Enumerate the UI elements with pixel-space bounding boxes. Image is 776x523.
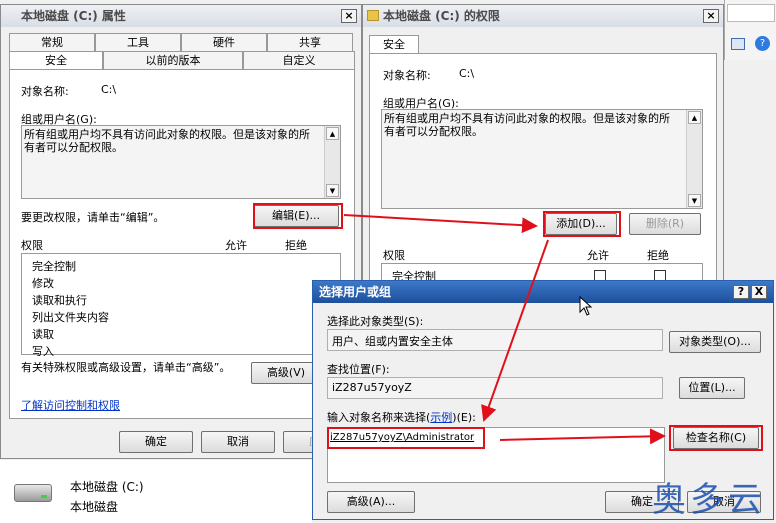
object-name-label: 对象名称: xyxy=(383,69,431,82)
close-button[interactable]: X xyxy=(751,285,767,299)
tab-sharing[interactable]: 共享 xyxy=(267,33,353,51)
permissions-titlebar: 本地磁盘 (C:) 的权限 xyxy=(363,5,723,27)
perm-item: 写入 xyxy=(32,345,54,358)
tab-customize[interactable]: 自定义 xyxy=(243,51,355,69)
deny-label: 拒绝 xyxy=(285,239,307,252)
dialog-titlebar: 选择用户或组 xyxy=(313,281,773,303)
view-icon[interactable] xyxy=(731,38,745,50)
remove-button[interactable]: 删除(R) xyxy=(629,213,701,235)
perm-item: 完全控制 xyxy=(32,260,76,273)
perm-item: 修改 xyxy=(32,277,54,290)
example-link[interactable]: 示例 xyxy=(430,411,452,424)
watermark-logo: 奥多云 xyxy=(652,480,766,520)
add-highlight xyxy=(543,211,621,237)
close-button[interactable]: × xyxy=(703,9,719,23)
window-title: 本地磁盘 (C:) 的权限 xyxy=(383,9,500,23)
dialog-title: 选择用户或组 xyxy=(319,285,392,299)
tab-tools[interactable]: 工具 xyxy=(95,33,181,51)
perm-label: 权限 xyxy=(21,239,43,252)
drive-icon[interactable] xyxy=(14,484,52,502)
group-scrollbar[interactable]: ▲ ▼ xyxy=(686,110,702,208)
cancel-button[interactable]: 取消 xyxy=(201,431,275,453)
properties-titlebar: 本地磁盘 (C:) 属性 xyxy=(1,5,361,27)
object-name-label: 对象名称: xyxy=(21,85,69,98)
object-type-button[interactable]: 对象类型(O)... xyxy=(669,331,761,353)
permissions-window: 本地磁盘 (C:) 的权限 × 安全 对象名称: C:\ 组或用户名(G): 所… xyxy=(362,4,724,289)
object-type-label: 选择此对象类型(S): xyxy=(327,315,424,328)
learn-link[interactable]: 了解访问控制和权限 xyxy=(21,397,120,413)
allow-label: 允许 xyxy=(587,249,609,262)
search-field[interactable] xyxy=(727,4,775,22)
perm-item: 读取和执行 xyxy=(32,294,87,307)
background-window: ? xyxy=(724,0,776,60)
check-names-highlight xyxy=(669,425,763,451)
allow-label: 允许 xyxy=(225,239,247,252)
mouse-cursor-icon xyxy=(579,296,593,316)
deny-label: 拒绝 xyxy=(647,249,669,262)
location-label: 查找位置(F): xyxy=(327,363,390,376)
advanced-button[interactable]: 高级(A)... xyxy=(327,491,415,513)
perm-item: 读取 xyxy=(32,328,54,341)
tab-security[interactable]: 安全 xyxy=(9,51,103,69)
window-title: 本地磁盘 (C:) 属性 xyxy=(21,9,126,23)
drive-name: 本地磁盘 (C:) xyxy=(70,480,144,494)
group-message: 所有组或用户均不具有访问此对象的权限。但是该对象的所有者可以分配权限。 xyxy=(384,112,670,138)
tab-hardware[interactable]: 硬件 xyxy=(181,33,267,51)
change-perm-text: 要更改权限，请单击“编辑”。 xyxy=(21,211,165,224)
object-name-value: C:\ xyxy=(101,83,117,96)
group-scrollbar[interactable]: ▲ ▼ xyxy=(324,126,340,198)
entered-name-highlight xyxy=(327,427,485,449)
group-message: 所有组或用户均不具有访问此对象的权限。但是该对象的所有者可以分配权限。 xyxy=(24,128,310,154)
permission-list[interactable]: 完全控制 修改 读取和执行 列出文件夹内容 读取 写入 xyxy=(21,253,341,358)
drive-type: 本地磁盘 xyxy=(70,500,119,514)
enter-name-label: 输入对象名称来选择(示例)(E): xyxy=(327,411,476,424)
object-name-value: C:\ xyxy=(459,67,475,80)
ok-button[interactable]: 确定 xyxy=(119,431,193,453)
object-type-field: 用户、组或内置安全主体 xyxy=(327,329,663,351)
special-perm-text: 有关特殊权限或高级设置，请单击“高级”。 xyxy=(21,361,231,374)
properties-window: 本地磁盘 (C:) 属性 × 常规 工具 硬件 共享 安全 以前的版本 自定义 … xyxy=(0,4,362,459)
location-field: iZ287u57yoyZ xyxy=(327,377,663,399)
tab-general[interactable]: 常规 xyxy=(9,33,95,51)
perm-label: 权限 xyxy=(383,249,405,262)
advanced-button[interactable]: 高级(V) xyxy=(251,362,321,384)
explorer-strip: 本地磁盘 (C:) 本地磁盘 xyxy=(0,460,312,523)
close-button[interactable]: × xyxy=(341,9,357,23)
help-button[interactable]: ? xyxy=(733,285,749,299)
folder-icon xyxy=(367,10,379,21)
perm-item: 列出文件夹内容 xyxy=(32,311,109,324)
location-button[interactable]: 位置(L)... xyxy=(679,377,745,399)
group-list[interactable]: 所有组或用户均不具有访问此对象的权限。但是该对象的所有者可以分配权限。 ▲ ▼ xyxy=(381,109,703,209)
edit-highlight xyxy=(253,203,343,229)
tab-previous-versions[interactable]: 以前的版本 xyxy=(103,51,243,69)
help-icon[interactable]: ? xyxy=(755,36,770,51)
group-list[interactable]: 所有组或用户均不具有访问此对象的权限。但是该对象的所有者可以分配权限。 ▲ ▼ xyxy=(21,125,341,199)
tab-security[interactable]: 安全 xyxy=(369,35,419,53)
